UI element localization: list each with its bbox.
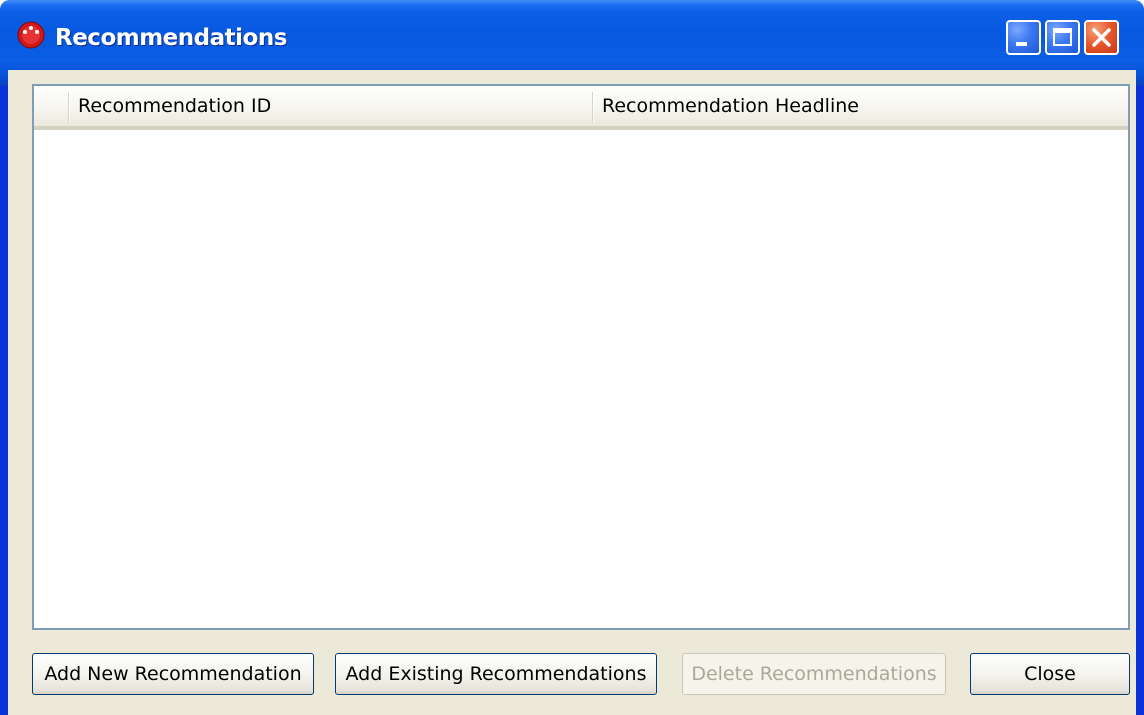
column-separator[interactable] [592,92,594,122]
delete-recommendations-button: Delete Recommendations [682,653,946,695]
add-existing-recommendations-button[interactable]: Add Existing Recommendations [335,653,657,695]
window-title: Recommendations [55,25,287,51]
close-button[interactable]: Close [970,653,1130,695]
maximize-button[interactable] [1045,20,1080,55]
close-window-button[interactable] [1084,20,1119,55]
app-icon [17,21,45,49]
minimize-button[interactable] [1006,20,1041,55]
minimize-icon [1016,42,1027,46]
recommendations-window: Recommendations Recommendation ID Recomm… [0,0,1144,715]
column-header-recommendation-headline[interactable]: Recommendation Headline [602,86,1122,126]
list-header: Recommendation ID Recommendation Headlin… [34,86,1128,130]
close-icon [1092,28,1111,47]
dialog-body: Recommendation ID Recommendation Headlin… [8,70,1136,715]
column-header-recommendation-id[interactable]: Recommendation ID [78,86,588,126]
maximize-icon [1053,28,1072,46]
column-separator[interactable] [68,92,70,122]
recommendations-list[interactable]: Recommendation ID Recommendation Headlin… [32,84,1130,630]
add-new-recommendation-button[interactable]: Add New Recommendation [32,653,314,695]
